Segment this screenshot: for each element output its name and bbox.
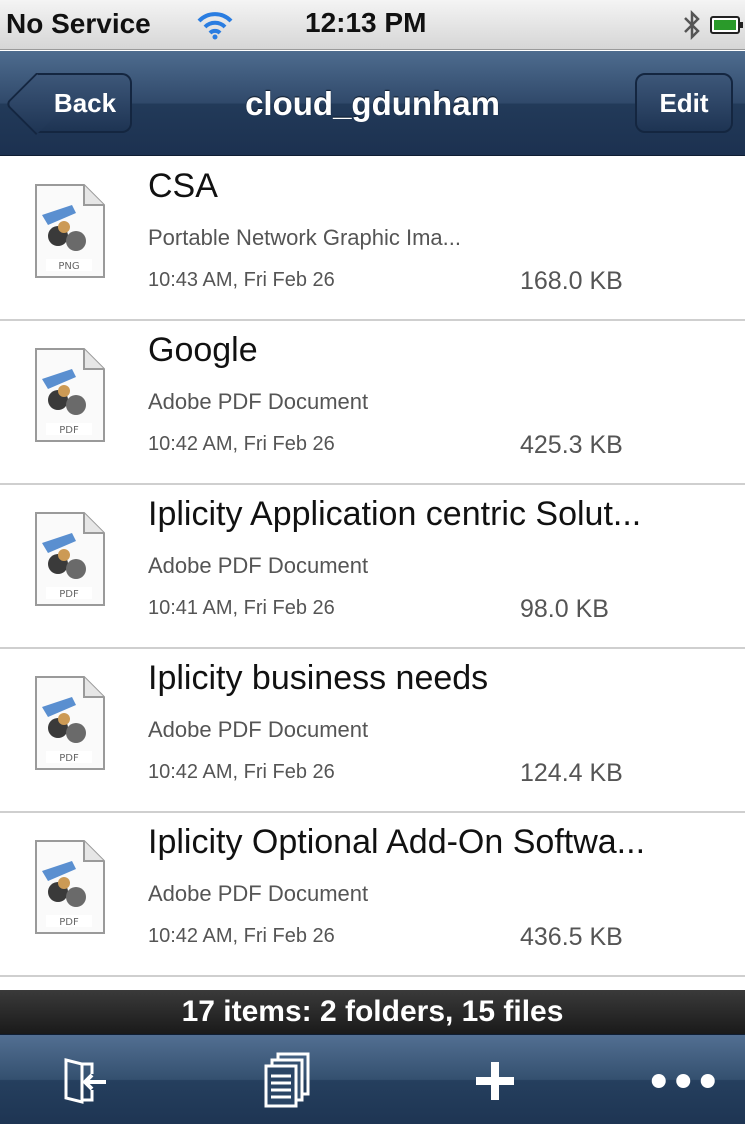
file-row[interactable]: PDF Iplicity business needs Adobe PDF Do… xyxy=(0,649,745,813)
file-size: 124.4 KB xyxy=(520,759,623,787)
file-type: Portable Network Graphic Ima... xyxy=(148,225,462,250)
file-date: 10:42 AM, Fri Feb 26 xyxy=(148,761,335,783)
file-badge: PDF xyxy=(59,425,79,436)
file-name: CSA xyxy=(148,167,218,205)
file-row[interactable]: PDF Iplicity Optional Add-On Softwa... A… xyxy=(0,813,745,977)
file-size: 436.5 KB xyxy=(520,923,623,951)
file-size: 168.0 KB xyxy=(520,267,623,295)
file-badge: PDF xyxy=(59,917,79,928)
file-type: Adobe PDF Document xyxy=(148,717,369,742)
file-date: 10:43 AM, Fri Feb 26 xyxy=(148,269,335,291)
more-icon[interactable] xyxy=(650,1049,720,1113)
file-date: 10:42 AM, Fri Feb 26 xyxy=(148,925,335,947)
file-name: Google xyxy=(148,331,258,369)
status-bar: No Service 12:13 PM xyxy=(0,0,745,50)
file-date: 10:41 AM, Fri Feb 26 xyxy=(148,597,335,619)
file-type: Adobe PDF Document xyxy=(148,553,369,578)
file-name: Iplicity Optional Add-On Softwa... xyxy=(148,823,646,861)
pdf-file-icon: PDF xyxy=(28,345,110,445)
edit-button[interactable]: Edit xyxy=(635,73,733,133)
file-date: 10:42 AM, Fri Feb 26 xyxy=(148,433,335,455)
file-name: Iplicity Application centric Solut... xyxy=(148,495,642,533)
file-badge: PDF xyxy=(59,753,79,764)
file-row[interactable]: PDF Google Adobe PDF Document 10:42 AM, … xyxy=(0,321,745,485)
item-count-bar: 17 items: 2 folders, 15 files xyxy=(0,990,745,1034)
file-badge: PNG xyxy=(58,261,79,272)
back-button-label: Back xyxy=(53,87,117,118)
file-row[interactable]: PDF Iplicity Application centric Solut..… xyxy=(0,485,745,649)
battery-icon xyxy=(710,16,743,34)
file-list: PNG CSA Portable Network Graphic Ima... … xyxy=(0,157,745,977)
file-name: Iplicity business needs xyxy=(148,659,489,697)
navigation-bar: Back cloud_gdunham Edit xyxy=(0,51,745,156)
clock: 12:13 PM xyxy=(305,7,427,38)
pdf-file-icon: PDF xyxy=(28,673,110,773)
pdf-file-icon: PDF xyxy=(28,509,110,609)
file-badge: PDF xyxy=(59,589,79,600)
exit-icon[interactable] xyxy=(48,1049,118,1113)
file-size: 425.3 KB xyxy=(520,431,623,459)
pdf-file-icon: PDF xyxy=(28,837,110,937)
file-row[interactable]: PNG CSA Portable Network Graphic Ima... … xyxy=(0,157,745,321)
add-icon[interactable] xyxy=(460,1049,530,1113)
copy-icon[interactable] xyxy=(252,1049,322,1113)
bluetooth-icon xyxy=(682,9,702,48)
bottom-toolbar xyxy=(0,1034,745,1124)
wifi-icon xyxy=(196,10,234,47)
file-type: Adobe PDF Document xyxy=(148,389,369,414)
file-type: Adobe PDF Document xyxy=(148,881,369,906)
carrier-label: No Service xyxy=(6,8,151,39)
file-size: 98.0 KB xyxy=(520,595,609,623)
png-file-icon: PNG xyxy=(28,181,110,281)
